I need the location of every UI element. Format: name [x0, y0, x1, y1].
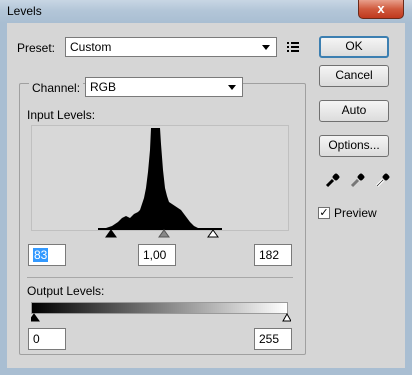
- cancel-button[interactable]: Cancel: [319, 65, 389, 87]
- black-point-slider: [105, 229, 117, 238]
- input-slider-track[interactable]: [31, 229, 287, 239]
- white-eyedropper-icon[interactable]: [374, 171, 392, 189]
- ok-button[interactable]: OK: [319, 36, 389, 58]
- preview-checkbox[interactable]: ✓: [318, 207, 330, 219]
- black-eyedropper-icon[interactable]: [324, 171, 342, 189]
- output-white-field[interactable]: 255: [254, 328, 292, 350]
- output-black-value: 0: [33, 332, 40, 346]
- histogram-graph: [98, 128, 222, 230]
- list-icon[interactable]: [287, 41, 301, 53]
- divider: [27, 277, 293, 278]
- auto-button[interactable]: Auto: [319, 100, 389, 122]
- channel-select[interactable]: RGB: [85, 77, 243, 97]
- output-black-field[interactable]: 0: [28, 328, 66, 350]
- input-black-field[interactable]: 83: [28, 244, 66, 266]
- preset-label: Preset:: [17, 41, 56, 55]
- output-white-value: 255: [259, 332, 280, 346]
- preset-select[interactable]: Custom: [65, 37, 277, 57]
- preset-value: Custom: [70, 40, 112, 54]
- chevron-down-icon: [262, 45, 270, 50]
- close-button[interactable]: x: [358, 0, 404, 19]
- input-black-value: 83: [33, 248, 49, 262]
- output-slider-track[interactable]: [31, 313, 291, 323]
- dialog-body: Preset: Custom Channel: RGB Input Levels…: [7, 23, 405, 368]
- window-title: Levels: [7, 4, 42, 18]
- gamma-slider: [158, 229, 170, 238]
- options-button[interactable]: Options...: [319, 135, 389, 157]
- channel-label: Channel:: [29, 81, 84, 95]
- chevron-down-icon: [228, 85, 236, 90]
- gray-eyedropper-icon[interactable]: [349, 171, 367, 189]
- title-bar: Levels x: [0, 0, 412, 23]
- input-white-field[interactable]: 182: [254, 244, 292, 266]
- output-levels-label: Output Levels:: [27, 284, 105, 298]
- close-icon: x: [377, 1, 385, 16]
- output-black-slider: [31, 313, 40, 322]
- input-levels-label: Input Levels:: [27, 108, 96, 122]
- preview-label: Preview: [334, 206, 377, 220]
- histogram: [31, 125, 289, 231]
- white-point-slider: [207, 229, 219, 238]
- input-white-value: 182: [259, 248, 280, 262]
- input-gamma-value: 1,00: [143, 248, 167, 262]
- output-white-slider: [282, 313, 291, 322]
- channel-value: RGB: [90, 80, 117, 94]
- input-gamma-field[interactable]: 1,00: [138, 244, 176, 266]
